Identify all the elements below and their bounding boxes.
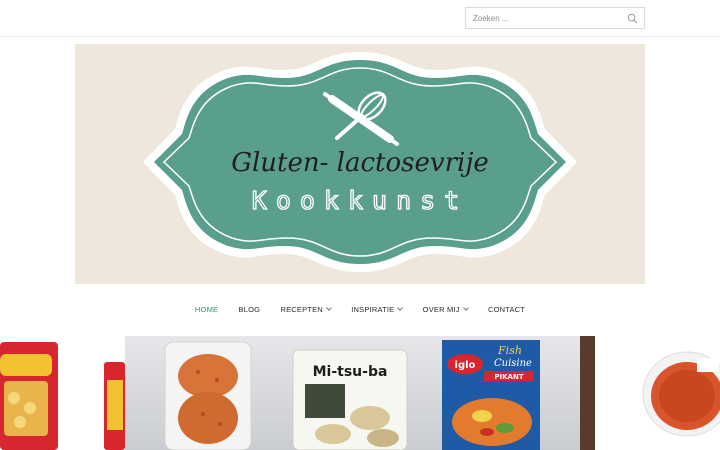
- chevron-down-icon: [462, 305, 469, 311]
- product-label-cuisine: Cuisine: [494, 358, 532, 369]
- top-bar: [0, 0, 720, 37]
- slide-main-products: Mi-tsu-ba Fish Cuisine iglo PIKANT: [164, 336, 595, 450]
- logo-title-caps: Kookkunst: [252, 186, 468, 215]
- nav-item-blog[interactable]: BLOG: [239, 300, 261, 320]
- main-navigation: HOME BLOG RECEPTEN INSPIRATIE OVER MIJ C…: [0, 300, 720, 320]
- nav-label: RECEPTEN: [280, 305, 323, 314]
- nav-item-recepten[interactable]: RECEPTEN: [280, 300, 332, 320]
- chevron-down-icon: [397, 305, 404, 311]
- product-label-fish: Fish: [497, 344, 522, 357]
- nav-label: OVER MIJ: [422, 305, 460, 314]
- product-label-pikant: PIKANT: [494, 373, 523, 381]
- logo-title-script: Gluten- lactosevrije: [231, 148, 489, 178]
- nav-label: INSPIRATIE: [351, 305, 395, 314]
- nav-item-over-mij[interactable]: OVER MIJ: [422, 300, 469, 320]
- site-logo: Gluten- lactosevrije Kookkunst: [143, 52, 577, 272]
- slide-snack-bags[interactable]: [0, 336, 125, 450]
- nav-label: BLOG: [238, 305, 261, 314]
- nav-item-inspiratie[interactable]: INSPIRATIE: [351, 300, 404, 320]
- site-header-banner[interactable]: Gluten- lactosevrije Kookkunst: [75, 44, 645, 284]
- search-input[interactable]: [466, 8, 616, 28]
- nav-label: CONTACT: [487, 305, 526, 314]
- slide-pasta-container[interactable]: [595, 336, 720, 450]
- product-label-iglo: iglo: [455, 360, 476, 371]
- product-slider[interactable]: Mi-tsu-ba Fish Cuisine iglo PIKANT: [0, 336, 720, 450]
- nav-item-contact[interactable]: CONTACT: [488, 300, 525, 320]
- nav-label: HOME: [194, 305, 219, 314]
- chevron-down-icon: [326, 305, 332, 311]
- product-label-mitsuba: Mi-tsu-ba: [313, 364, 388, 380]
- search-box[interactable]: [465, 7, 645, 29]
- nav-item-home[interactable]: HOME: [195, 300, 218, 320]
- slide-main[interactable]: Mi-tsu-ba Fish Cuisine iglo PIKANT: [125, 336, 595, 450]
- search-icon[interactable]: [627, 13, 638, 24]
